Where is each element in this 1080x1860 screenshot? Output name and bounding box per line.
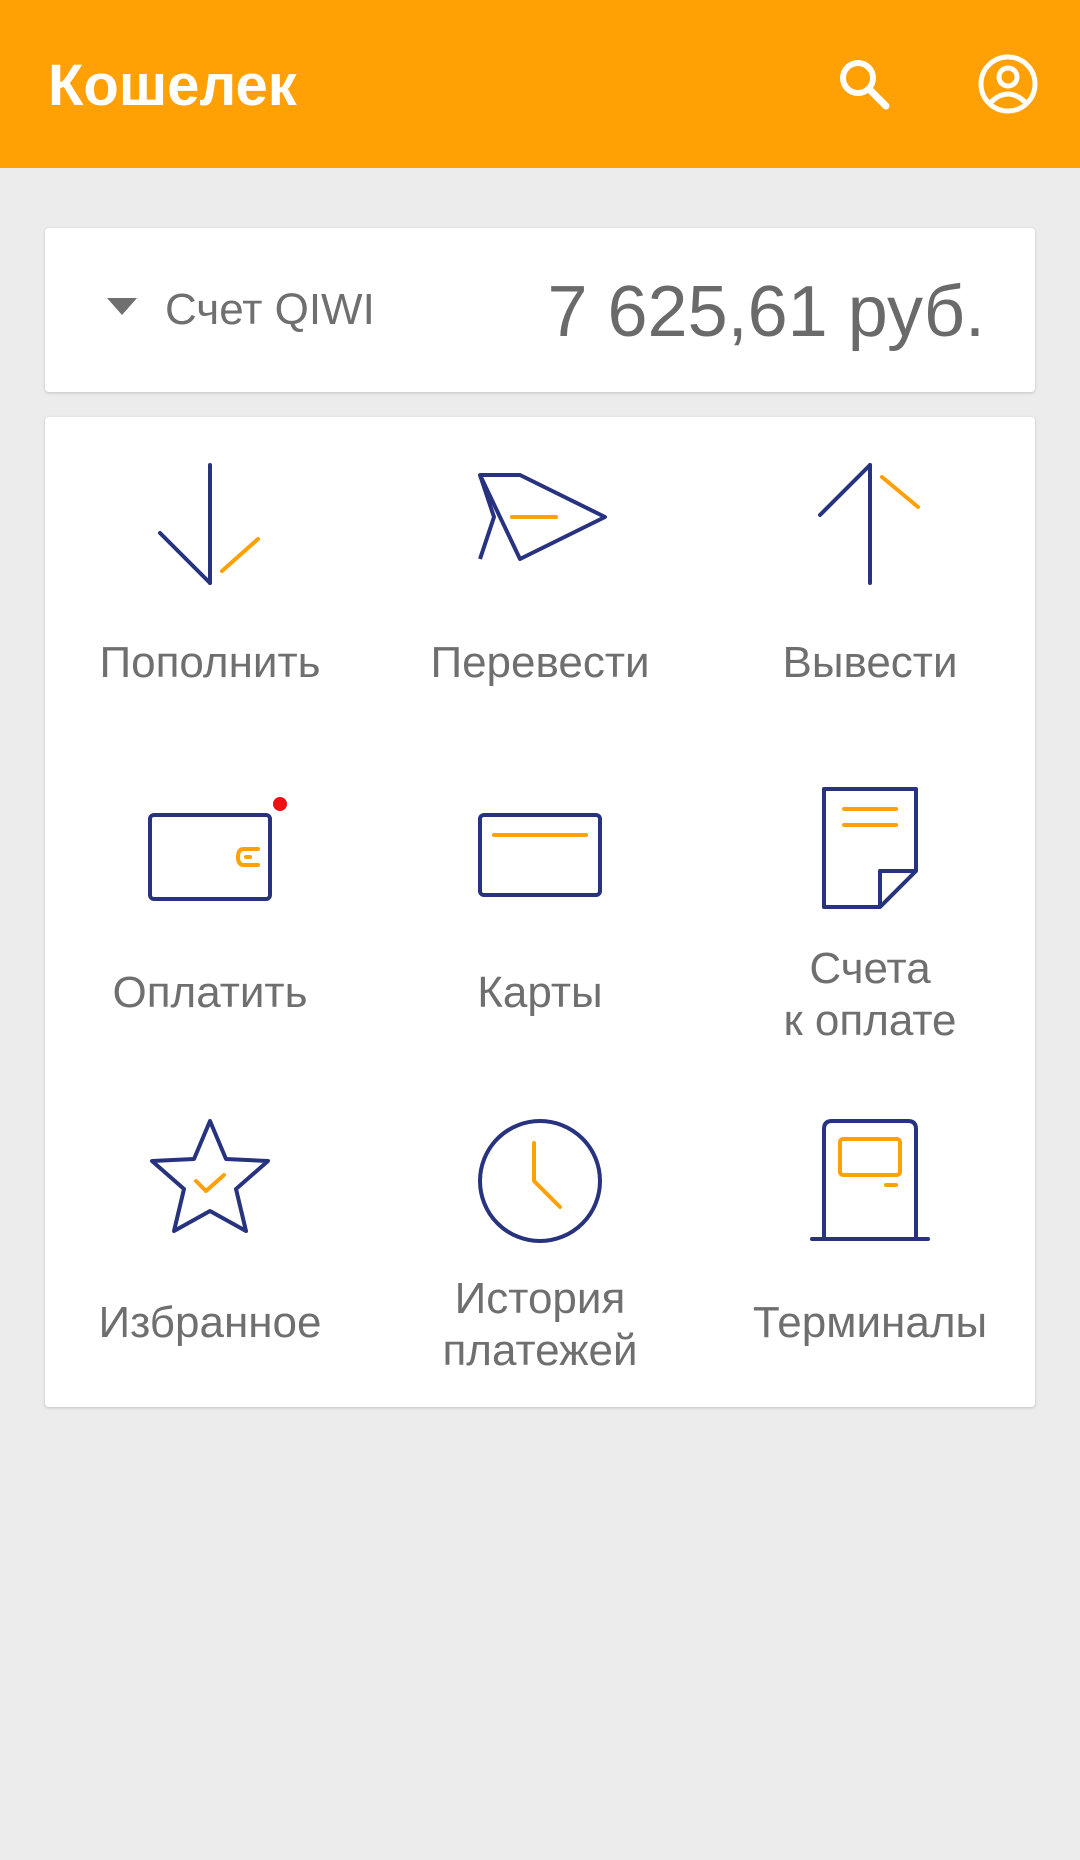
action-label: Счета к оплате <box>783 944 957 1045</box>
action-label: Оплатить <box>112 968 308 1017</box>
action-label: История платежей <box>442 1274 638 1375</box>
profile-button[interactable] <box>968 44 1048 124</box>
notification-dot <box>273 797 287 811</box>
action-history[interactable]: История платежей <box>375 1077 705 1407</box>
clock-icon <box>478 1119 602 1243</box>
paper-plane-icon <box>478 473 607 561</box>
action-transfer[interactable]: Перевести <box>375 417 705 747</box>
action-withdraw[interactable]: Вывести <box>705 417 1035 747</box>
star-icon <box>150 1119 270 1233</box>
action-label: Карты <box>477 968 603 1017</box>
arrow-up-icon <box>818 463 920 585</box>
account-circle-icon <box>978 54 1038 114</box>
account-name: Счет QIWI <box>165 285 375 334</box>
action-label: Избранное <box>98 1298 322 1347</box>
arrow-drop-down-icon <box>107 298 137 315</box>
action-invoices[interactable]: Счета к оплате <box>705 747 1035 1077</box>
app-bar: Кошелек <box>0 0 1080 168</box>
arrow-down-icon <box>158 463 260 585</box>
account-selector[interactable]: Счет QIWI 7 625,61 руб. <box>45 228 1035 392</box>
action-label: Вывести <box>782 638 958 687</box>
terminal-icon <box>810 1119 930 1241</box>
action-cards[interactable]: Карты <box>375 747 705 1077</box>
invoice-icon <box>822 787 918 909</box>
actions-grid: Пополнить Перевести Вывести Оплатить Кар… <box>45 417 1035 1407</box>
action-label: Перевести <box>430 638 650 687</box>
search-icon <box>840 60 890 110</box>
action-pay[interactable]: Оплатить <box>45 747 375 1077</box>
account-balance: 7 625,61 руб. <box>547 272 985 352</box>
action-label: Терминалы <box>752 1298 988 1347</box>
action-favorites[interactable]: Избранное <box>45 1077 375 1407</box>
card-icon <box>478 813 602 897</box>
search-button[interactable] <box>824 44 904 124</box>
wallet-icon <box>148 813 272 901</box>
page-title: Кошелек <box>48 53 297 118</box>
action-label: Пополнить <box>99 638 321 687</box>
action-top-up[interactable]: Пополнить <box>45 417 375 747</box>
action-terminals[interactable]: Терминалы <box>705 1077 1035 1407</box>
